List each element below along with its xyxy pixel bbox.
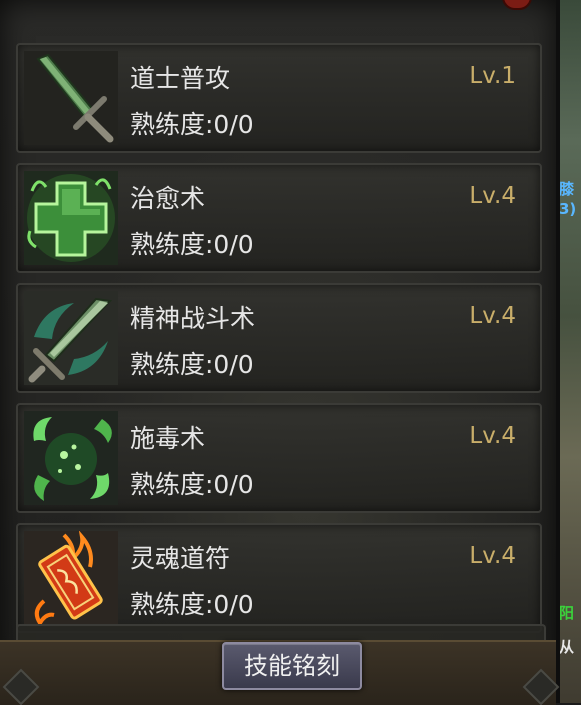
skill-level: Lv.4 xyxy=(469,303,516,329)
talisman-icon xyxy=(24,531,118,625)
skill-proficiency: 熟练度:0/0 xyxy=(130,590,254,619)
skill-proficiency: 熟练度:0/0 xyxy=(130,230,254,259)
skill-proficiency: 熟练度:0/0 xyxy=(130,110,254,139)
skill-proficiency: 熟练度:0/0 xyxy=(130,470,254,499)
map-label: 阳 xyxy=(559,604,575,622)
skill-name: 灵魂道符 xyxy=(130,544,231,573)
skill-panel: 道士普攻 熟练度:0/0 Lv.1 治愈术 熟练度:0/0 Lv.4 精神战斗术… xyxy=(0,0,560,705)
skill-level: Lv.4 xyxy=(469,183,516,209)
spirit-sword-icon xyxy=(24,291,118,385)
sword-icon xyxy=(24,51,118,145)
skill-name: 施毒术 xyxy=(130,424,206,453)
skill-row[interactable]: 道士普攻 熟练度:0/0 Lv.1 xyxy=(16,43,542,153)
map-label: 从 xyxy=(559,638,575,656)
skill-row[interactable]: 治愈术 熟练度:0/0 Lv.4 xyxy=(16,163,542,273)
close-ornament-icon[interactable] xyxy=(502,0,532,10)
poison-orb-icon xyxy=(24,411,118,505)
skill-level: Lv.1 xyxy=(469,63,516,89)
skill-level: Lv.4 xyxy=(469,543,516,569)
skill-name: 精神战斗术 xyxy=(130,304,256,333)
skill-level: Lv.4 xyxy=(469,423,516,449)
heal-cross-icon xyxy=(24,171,118,265)
map-label: 膝 xyxy=(559,180,575,198)
skill-list[interactable]: 道士普攻 熟练度:0/0 Lv.1 治愈术 熟练度:0/0 Lv.4 精神战斗术… xyxy=(16,43,542,643)
skill-name: 治愈术 xyxy=(130,184,206,213)
skill-row[interactable]: 施毒术 熟练度:0/0 Lv.4 xyxy=(16,403,542,513)
skill-row[interactable]: 精神战斗术 熟练度:0/0 Lv.4 xyxy=(16,283,542,393)
skill-row[interactable]: 灵魂道符 熟练度:0/0 Lv.4 xyxy=(16,523,542,633)
map-label: 3) xyxy=(559,200,577,218)
skill-engrave-button[interactable]: 技能铭刻 xyxy=(222,642,362,690)
skill-proficiency: 熟练度:0/0 xyxy=(130,350,254,379)
skill-name: 道士普攻 xyxy=(130,64,231,93)
